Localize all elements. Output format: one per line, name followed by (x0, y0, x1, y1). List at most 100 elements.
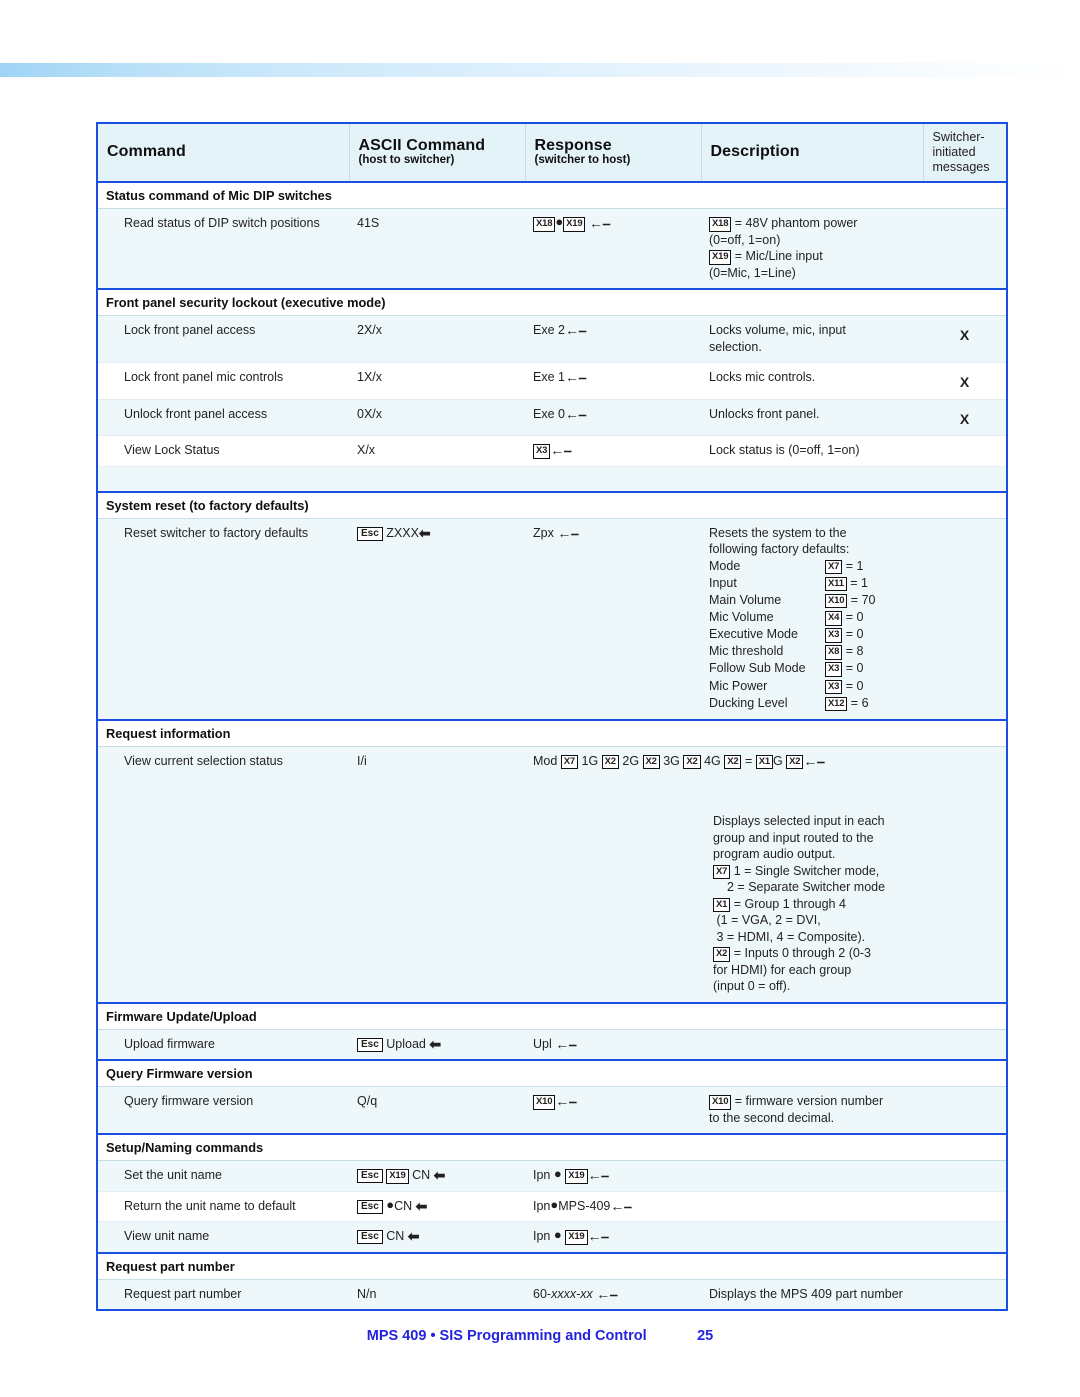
description-line: (0=Mic, 1=Line) (709, 265, 796, 280)
section-header-row: Request part number (97, 1251, 1007, 1280)
header-cell-switcher-initiated: Switcher- initiated messages (923, 123, 1007, 184)
default-item: Mic Volume X4 = 0 (709, 609, 915, 626)
cell-response: X3 ←⎯ (525, 435, 701, 467)
header-cell-ascii-command: ASCII Command (host to switcher) (349, 123, 526, 184)
cell-ascii: Q/q (349, 1086, 525, 1135)
header-response-label: Response (534, 136, 612, 154)
header-switcher-line1: Switcher- (932, 130, 985, 144)
description-line: to the second decimal. (709, 1110, 835, 1125)
cell-ascii: 41S (349, 208, 525, 290)
var-badge-x10: X10 (709, 1095, 732, 1110)
return-arrow-icon: ←⎯ (564, 405, 586, 422)
header-cell-command: Command (97, 123, 350, 184)
var-badge-x1: X1 (713, 897, 731, 913)
description-line: X2 = Inputs 0 through 2 (0-3 (713, 945, 915, 962)
cell-response: 60-xxxx-xx ←⎯ (525, 1279, 701, 1311)
cell-description: Locks mic controls. (701, 362, 923, 400)
default-item: Follow Sub Mode X3 = 0 (709, 660, 915, 677)
cell-switcher-initiated: X (923, 315, 1007, 364)
cell-response: Zpx ←⎯ (525, 518, 701, 721)
cell-response: X18 ● X19 ←⎯ (525, 208, 701, 290)
var-badge-x19: X19 (709, 250, 732, 265)
description-line: X18 = 48V phantom power (709, 215, 915, 232)
cell-switcher-initiated (923, 518, 1007, 721)
left-arrow-icon: ⬅ (418, 524, 431, 541)
cell-description: Resets the system to the following facto… (701, 518, 923, 721)
default-item: Mic Power X3 = 0 (709, 678, 915, 695)
description-line: X19 = Mic/Line input (709, 248, 915, 265)
bullet-separator: ● (550, 1196, 559, 1212)
esc-key-badge: Esc (357, 1199, 383, 1214)
cell-ascii: I/i (349, 746, 525, 1004)
description-line: for HDMI) for each group (713, 962, 852, 977)
cell-command: Return the unit name to default (97, 1191, 349, 1223)
default-item: Main Volume X10 = 70 (709, 592, 915, 609)
description-line: Displays selected input in each (713, 814, 885, 829)
cell-response: Ipn ● X19 ←⎯ (525, 1221, 701, 1254)
table-row: View unit name Esc CN ⬅ Ipn ● X19 ←⎯ (97, 1221, 1007, 1254)
cell-switcher-initiated (923, 746, 1007, 1004)
default-value: = 0 (845, 610, 864, 625)
return-arrow-icon: ←⎯ (588, 215, 610, 232)
description-line: (input 0 = off). (713, 979, 791, 994)
cell-response: Upl ←⎯ (525, 1029, 701, 1061)
cell-description: Displays the MPS 409 part number (701, 1279, 923, 1311)
var-badge-x19: X19 (386, 1169, 409, 1184)
var-badge-x18: X18 (533, 217, 556, 232)
default-value: = 8 (845, 644, 864, 659)
description-line: Resets the system to the (709, 525, 847, 540)
return-arrow-icon: ←⎯ (555, 1093, 577, 1110)
cell-switcher-initiated (923, 435, 1007, 467)
table-row: Request part number N/n 60-xxxx-xx ←⎯ Di… (97, 1279, 1007, 1311)
description-line: selection. (709, 339, 762, 354)
bullet-separator: ● (555, 214, 564, 230)
esc-key-badge: Esc (357, 1230, 383, 1245)
default-name: Ducking Level (709, 695, 788, 710)
return-arrow-icon: ←⎯ (596, 1285, 618, 1302)
return-arrow-icon: ←⎯ (587, 1167, 609, 1184)
table-row: View Lock Status X/x X3 ←⎯ Lock status is… (97, 435, 1007, 467)
default-name: Input (709, 575, 737, 590)
cell-description: X18 = 48V phantom power (0=off, 1=on) X1… (701, 208, 923, 290)
table-row: Unlock front panel access 0X/x Exe 0←⎯ U… (97, 399, 1007, 437)
sis-command-table: Command ASCII Command (host to switcher)… (96, 122, 1008, 1312)
description-line: 3 = HDMI, 4 = Composite). (713, 929, 866, 944)
description-block: Displays selected input in each group an… (713, 813, 915, 995)
return-arrow-icon: ←⎯ (564, 322, 586, 339)
cell-command: Upload firmware (97, 1029, 349, 1061)
default-item: Input X11 = 1 (709, 575, 915, 592)
cell-ascii: Esc Upload ⬅ (349, 1029, 525, 1061)
cell-description: Lock status is (0=off, 1=on) (701, 435, 923, 467)
esc-key-badge: Esc (357, 1169, 383, 1184)
cell-switcher-initiated (923, 1191, 1007, 1223)
section-title-query-firmware: Query Firmware version (97, 1059, 1007, 1088)
cell-switcher-initiated (923, 1221, 1007, 1254)
section-spacer-row (97, 466, 1007, 493)
top-decorative-band (0, 63, 1080, 77)
cell-description: X10 = firmware version number to the sec… (701, 1086, 923, 1135)
default-name: Main Volume (709, 592, 782, 607)
cell-description (701, 1160, 923, 1192)
header-command-label: Command (107, 143, 186, 161)
var-badge-x2: X2 (642, 754, 660, 770)
return-arrow-icon: ←⎯ (564, 369, 586, 386)
cell-description (701, 1029, 923, 1061)
var-badge-x19: X19 (565, 1169, 588, 1184)
cell-command: Unlock front panel access (97, 399, 349, 437)
section-header-row: Query Firmware version (97, 1059, 1007, 1088)
section-title-status-dip: Status command of Mic DIP switches (97, 181, 1007, 210)
response-expression: Mod X7 1G X2 2G X2 3G X2 4G X2 = X1 G X2 ←… (533, 752, 825, 770)
var-badge-x12: X12 (825, 696, 848, 712)
response-variable-part: xxxx-xx (551, 1286, 593, 1301)
cell-switcher-initiated (923, 1086, 1007, 1135)
default-name: Executive Mode (709, 627, 798, 642)
header-cell-description: Description (701, 123, 924, 184)
cell-command: View unit name (97, 1221, 349, 1254)
cell-command: View current selection status (97, 746, 349, 1004)
var-badge-x7: X7 (560, 754, 579, 770)
return-arrow-icon: ←⎯ (557, 524, 579, 541)
description-line: following factory defaults: (709, 542, 850, 557)
cell-switcher-initiated (923, 1279, 1007, 1311)
section-header-row: Setup/Naming commands (97, 1133, 1007, 1162)
cell-response: X10 ←⎯ (525, 1086, 701, 1135)
